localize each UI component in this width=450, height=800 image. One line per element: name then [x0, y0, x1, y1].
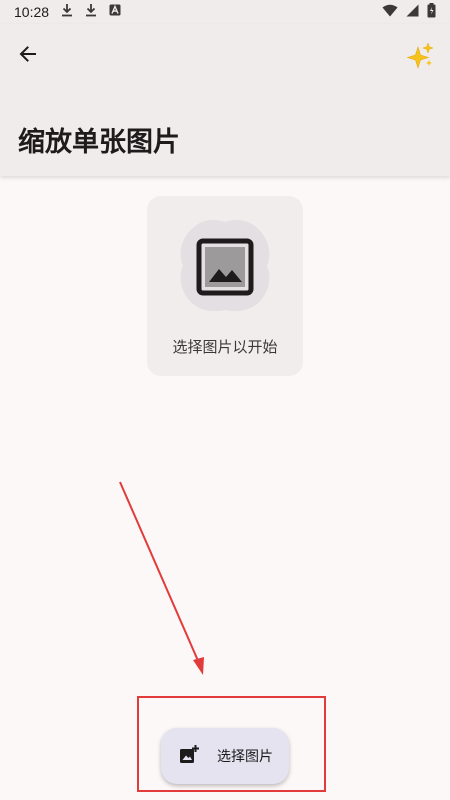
status-bar: 10:28 [0, 0, 450, 24]
download-icon [85, 3, 97, 21]
top-app-bar: 缩放单张图片 [0, 24, 450, 176]
arrow-back-icon [18, 44, 38, 68]
status-left: 10:28 [14, 3, 121, 21]
signal-icon [406, 4, 419, 21]
magic-button[interactable] [402, 40, 438, 76]
image-icon-container [175, 216, 275, 316]
select-image-button[interactable]: 选择图片 [161, 728, 289, 784]
accessibility-icon [109, 4, 121, 20]
select-image-label: 选择图片 [217, 749, 273, 765]
sparkles-icon [405, 41, 435, 75]
page-title: 缩放单张图片 [18, 127, 180, 158]
status-time: 10:28 [14, 4, 50, 20]
image-picker-card[interactable]: 选择图片以开始 [147, 196, 303, 376]
back-button[interactable] [10, 38, 46, 74]
picker-prompt: 选择图片以开始 [172, 338, 278, 356]
status-right [382, 2, 436, 22]
add-photo-icon [179, 744, 199, 768]
download-icon [61, 3, 73, 21]
battery-icon [427, 2, 436, 22]
wifi-icon [382, 4, 398, 21]
image-icon [196, 238, 254, 300]
